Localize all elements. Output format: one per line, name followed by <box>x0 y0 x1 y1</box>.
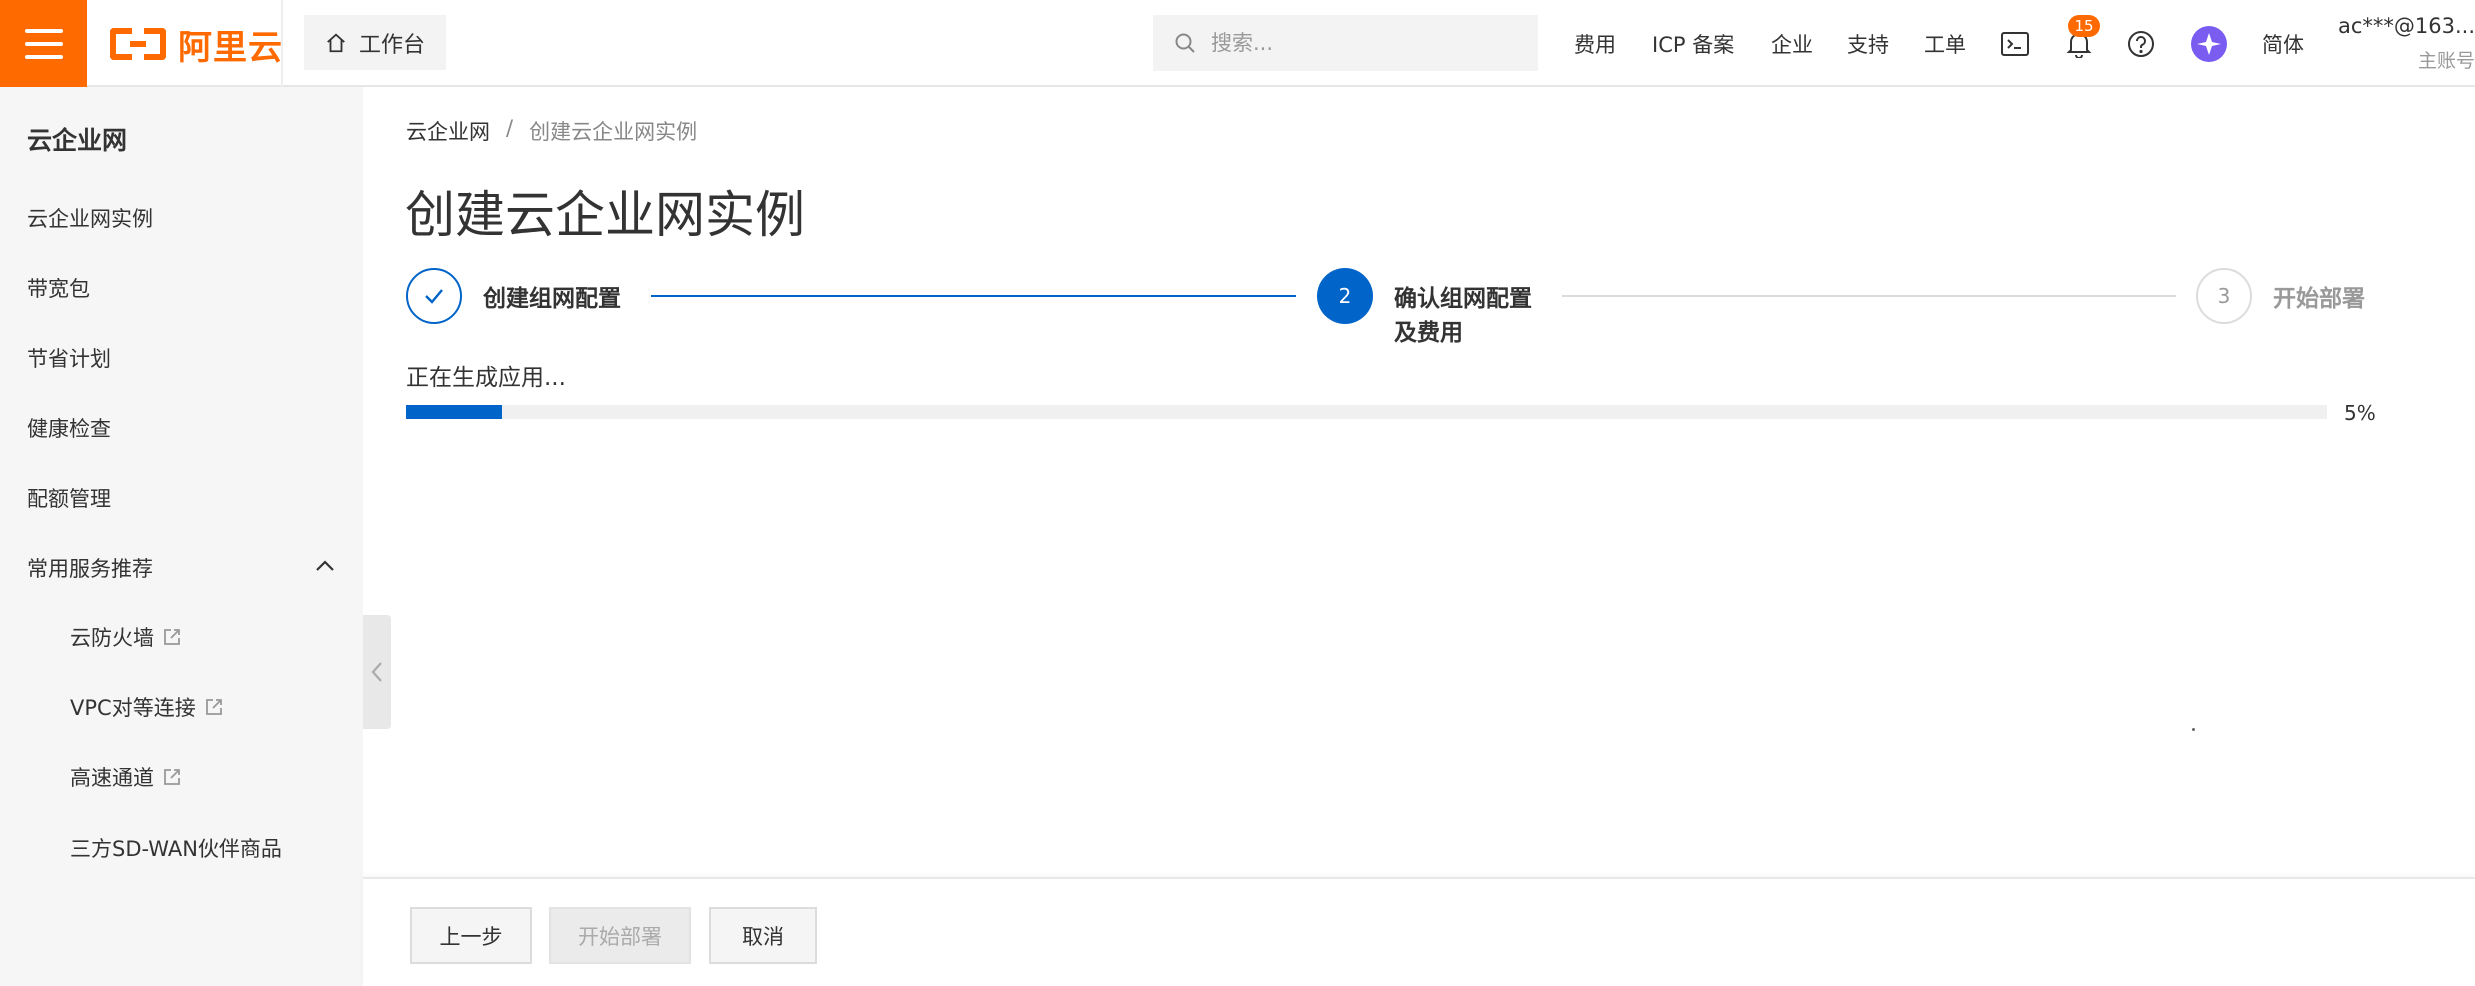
workbench-button[interactable]: 工作台 <box>304 15 446 70</box>
external-link-icon <box>164 629 180 645</box>
notification-badge: 15 <box>2068 15 2100 37</box>
breadcrumb-root[interactable]: 云企业网 <box>406 116 490 146</box>
top-bar: 阿里云 工作台 费用 ICP 备案 企业 支持 工单 15 简体 ac***@1… <box>0 0 2475 87</box>
step-3-label: 开始部署 <box>2273 286 2365 312</box>
step-2-label: 确认组网配置 及费用 <box>1394 282 1532 350</box>
terminal-icon[interactable] <box>1993 22 2037 66</box>
check-icon <box>425 289 443 304</box>
progress-bar <box>406 405 2327 419</box>
cancel-button[interactable]: 取消 <box>709 907 817 964</box>
sidebar: 云企业网 云企业网实例 带宽包 节省计划 健康检查 配额管理 常用服务推荐 云防… <box>0 87 363 986</box>
header-divider <box>281 0 283 87</box>
sidebar-item-label: 云防火墙 <box>70 626 154 650</box>
step-3-indicator: 3 <box>2196 268 2252 324</box>
avatar[interactable] <box>2187 22 2231 66</box>
chevron-left-icon <box>371 662 382 682</box>
sidebar-item-vpc-peering[interactable]: VPC对等连接 <box>70 692 224 722</box>
external-link-icon <box>164 769 180 785</box>
account-type: 主账号 <box>2417 50 2475 72</box>
sidebar-item-cen-instances[interactable]: 云企业网实例 <box>27 203 153 233</box>
help-icon[interactable] <box>2119 22 2163 66</box>
home-icon <box>327 33 345 52</box>
external-link-icon <box>205 699 222 715</box>
sidebar-item-quota[interactable]: 配额管理 <box>27 483 111 513</box>
nav-billing[interactable]: 费用 <box>1574 0 1616 87</box>
stray-dot <box>2192 728 2195 731</box>
search-box[interactable] <box>1153 15 1538 71</box>
aliyun-logo[interactable]: 阿里云 <box>110 22 283 68</box>
search-icon <box>1175 33 1195 53</box>
progress-percent: 5% <box>2344 401 2376 425</box>
sidebar-item-cloud-firewall[interactable]: 云防火墙 <box>70 622 182 652</box>
nav-ticket[interactable]: 工单 <box>1924 0 1966 87</box>
step-2-indicator: 2 <box>1317 268 1373 324</box>
step-1-label: 创建组网配置 <box>483 286 621 312</box>
sidebar-item-sdwan-partners[interactable]: 三方SD-WAN伙伴商品 <box>70 833 282 863</box>
step-1-indicator <box>406 268 462 324</box>
sidebar-item-label: 高速通道 <box>70 766 154 790</box>
aliyun-logo-mark-icon <box>110 28 166 60</box>
breadcrumb: 云企业网 / 创建云企业网实例 <box>406 116 697 146</box>
step-connector-2 <box>1562 295 2176 297</box>
brand-name: 阿里云 <box>178 27 283 68</box>
language-switch[interactable]: 简体 <box>2262 0 2304 87</box>
sidebar-item-savings-plan[interactable]: 节省计划 <box>27 343 111 373</box>
progress-status-text: 正在生成应用... <box>406 365 566 391</box>
breadcrumb-separator: / <box>506 116 514 140</box>
start-deploy-button[interactable]: 开始部署 <box>549 907 691 964</box>
sidebar-collapse-handle[interactable] <box>363 615 391 729</box>
nav-enterprise[interactable]: 企业 <box>1771 0 1813 87</box>
page-title: 创建云企业网实例 <box>405 186 805 244</box>
step-2-label-line2: 及费用 <box>1394 320 1463 346</box>
sidebar-item-express-connect[interactable]: 高速通道 <box>70 762 182 792</box>
menu-icon[interactable] <box>0 0 87 87</box>
sidebar-item-recommended-services[interactable]: 常用服务推荐 <box>27 553 153 583</box>
sidebar-item-bandwidth-package[interactable]: 带宽包 <box>27 273 90 303</box>
sidebar-title: 云企业网 <box>27 126 128 155</box>
account-name: ac***@163.... <box>2338 14 2475 38</box>
sidebar-item-health-check[interactable]: 健康检查 <box>27 413 111 443</box>
sidebar-item-label: VPC对等连接 <box>70 696 196 720</box>
progress-bar-fill <box>406 405 503 419</box>
search-input[interactable] <box>1211 31 1511 55</box>
account-menu[interactable]: ac***@163.... 主账号 <box>2338 14 2475 73</box>
step-connector-1 <box>651 295 1296 297</box>
chevron-up-icon[interactable] <box>312 553 338 579</box>
nav-icp[interactable]: ICP 备案 <box>1652 0 1734 87</box>
workbench-label: 工作台 <box>358 32 425 58</box>
previous-step-button[interactable]: 上一步 <box>410 907 532 964</box>
breadcrumb-current: 创建云企业网实例 <box>529 120 698 144</box>
nav-support[interactable]: 支持 <box>1847 0 1889 87</box>
step-2-label-line1: 确认组网配置 <box>1394 286 1532 312</box>
